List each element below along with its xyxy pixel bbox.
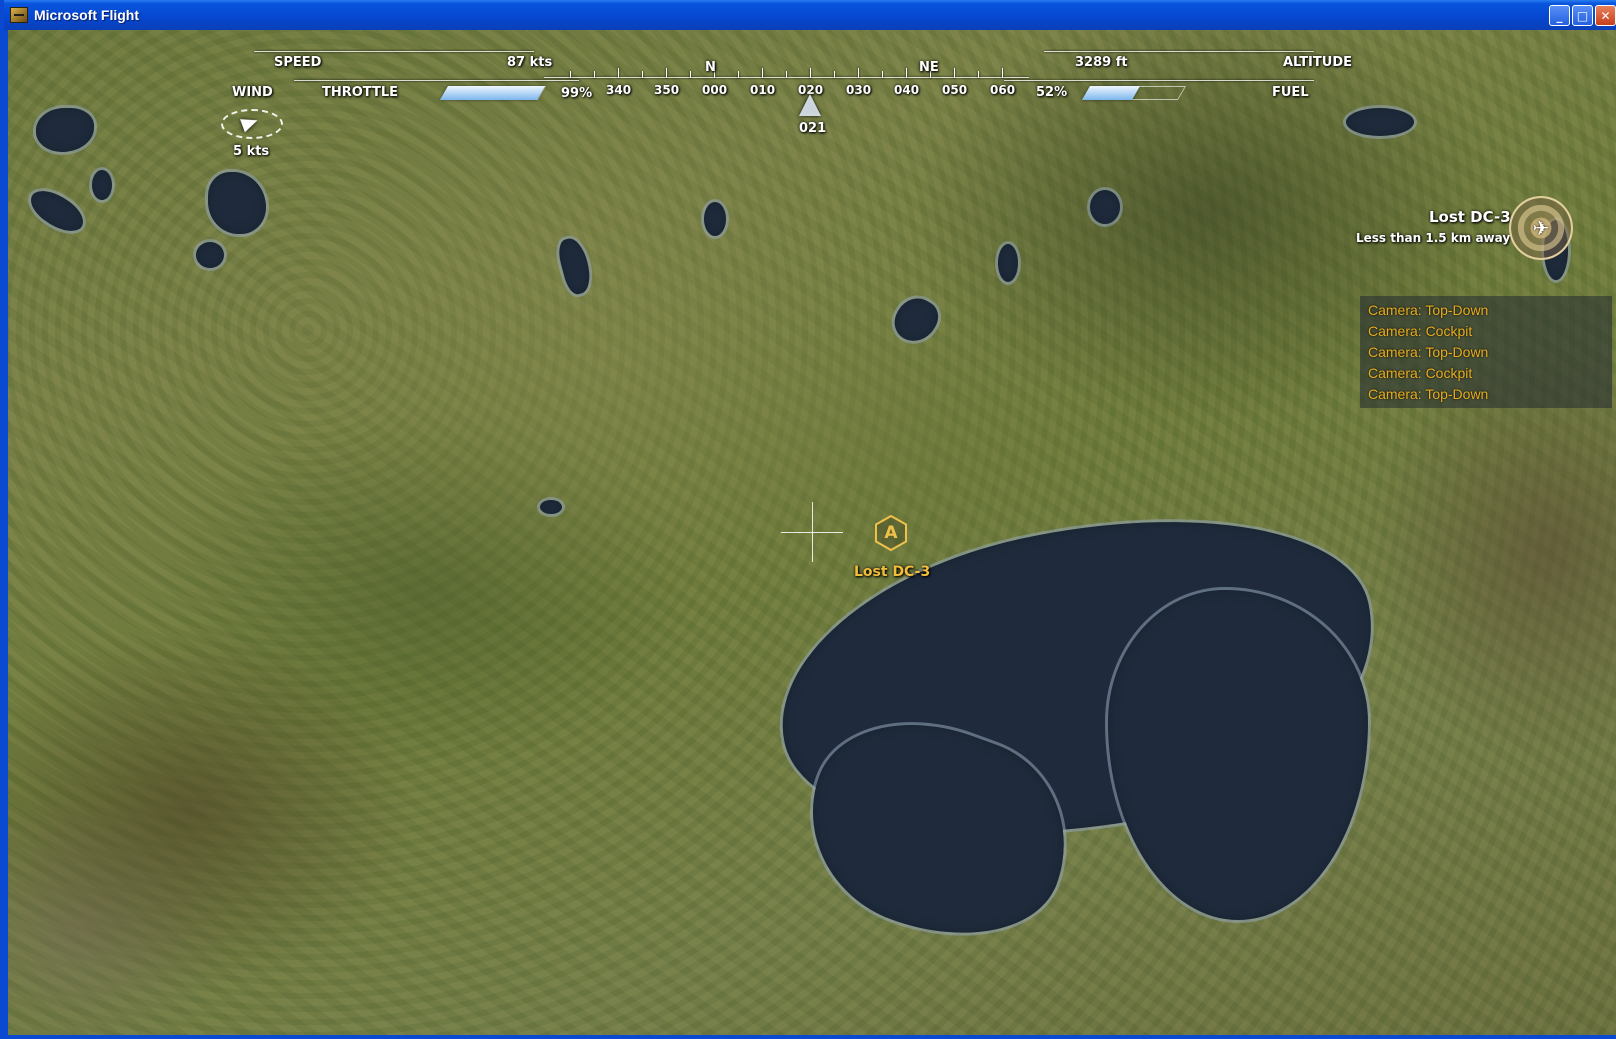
camera-log-item: Camera: Cockpit bbox=[1368, 323, 1473, 339]
compass-tick-label: 050 bbox=[942, 83, 968, 97]
window-title: Microsoft Flight bbox=[34, 7, 139, 23]
pond bbox=[1346, 108, 1414, 136]
pond bbox=[1090, 190, 1120, 224]
compass-major-tick bbox=[1002, 68, 1003, 78]
close-button[interactable]: ✕ bbox=[1595, 5, 1616, 26]
aircraft-target-icon: ✈ bbox=[1532, 216, 1550, 240]
objective-target-indicator[interactable]: ✈ bbox=[1509, 196, 1573, 260]
compass-tick-label: 350 bbox=[654, 83, 680, 97]
camera-log-item: Camera: Top-Down bbox=[1368, 344, 1489, 360]
pond bbox=[555, 235, 595, 297]
throttle-value: 99% bbox=[561, 86, 593, 101]
speed-value: 87 kts bbox=[507, 55, 553, 70]
compass-minor-tick bbox=[690, 71, 691, 78]
compass-minor-tick bbox=[882, 71, 883, 78]
compass-tick-label: 060 bbox=[990, 83, 1016, 97]
pond bbox=[704, 202, 726, 236]
hud-top-rule-right bbox=[1044, 51, 1314, 52]
compass-minor-tick bbox=[594, 71, 595, 78]
compass-minor-tick bbox=[570, 71, 571, 78]
compass-cardinal-ne: NE bbox=[919, 60, 939, 75]
compass-tick-label: 030 bbox=[846, 83, 872, 97]
pond bbox=[36, 108, 94, 152]
compass-tick-label: 340 bbox=[606, 83, 632, 97]
compass-major-tick bbox=[858, 68, 859, 78]
hexagon-waypoint-icon[interactable]: A bbox=[874, 515, 908, 551]
compass-minor-tick bbox=[834, 71, 835, 78]
wind-value: 5 kts bbox=[233, 144, 270, 159]
compass-major-tick bbox=[762, 68, 763, 78]
flight-app-icon[interactable] bbox=[10, 7, 28, 23]
compass-major-tick bbox=[618, 68, 619, 78]
waypoint-letter: A bbox=[884, 523, 898, 543]
altitude-value: 3289 ft bbox=[1075, 55, 1128, 70]
crosshair-vertical bbox=[812, 502, 813, 562]
compass-major-tick bbox=[954, 68, 955, 78]
maximize-button[interactable]: □ bbox=[1572, 5, 1593, 26]
minimize-button[interactable]: _ bbox=[1549, 5, 1570, 26]
camera-log-item: Camera: Top-Down bbox=[1368, 302, 1489, 318]
pond bbox=[24, 185, 90, 237]
compass-tick-label: 010 bbox=[750, 83, 776, 97]
hud-top-rule-left bbox=[254, 51, 534, 52]
compass-cardinal-n: N bbox=[705, 60, 716, 75]
title-bar[interactable]: Microsoft Flight _ □ ✕ bbox=[4, 0, 1616, 30]
speed-label: SPEED bbox=[274, 55, 322, 70]
window-controls: _ □ ✕ bbox=[1549, 5, 1616, 26]
compass-major-tick bbox=[810, 68, 811, 78]
compass-tick-label: 000 bbox=[702, 83, 728, 97]
fuel-label: FUEL bbox=[1272, 85, 1309, 100]
fuel-bar-fill bbox=[1081, 86, 1141, 100]
wind-label: WIND bbox=[232, 85, 273, 100]
objective-distance: Less than 1.5 km away bbox=[1356, 231, 1511, 245]
compass-minor-tick bbox=[738, 71, 739, 78]
throttle-label: THROTTLE bbox=[322, 85, 399, 100]
hud-bottom-rule-right bbox=[1004, 80, 1314, 81]
compass-minor-tick bbox=[642, 71, 643, 78]
compass-major-tick bbox=[906, 68, 907, 78]
compass-minor-tick bbox=[978, 71, 979, 78]
pond bbox=[208, 172, 266, 234]
fuel-value: 52% bbox=[1036, 85, 1068, 100]
throttle-bar-fill bbox=[439, 86, 546, 100]
camera-log-item: Camera: Cockpit bbox=[1368, 365, 1473, 381]
altitude-label: ALTITUDE bbox=[1283, 55, 1352, 70]
pond bbox=[92, 170, 112, 200]
camera-log-item: Camera: Top-Down bbox=[1368, 386, 1489, 402]
waypoint-label: Lost DC-3 bbox=[854, 564, 931, 580]
compass-major-tick bbox=[666, 68, 667, 78]
compass-minor-tick bbox=[786, 71, 787, 78]
heading-value: 021 bbox=[799, 121, 827, 136]
compass-tick-label: 040 bbox=[894, 83, 920, 97]
pond bbox=[540, 500, 562, 514]
pond bbox=[196, 242, 224, 268]
heading-arrow-icon bbox=[799, 94, 821, 116]
camera-log-panel: Camera: Top-Down Camera: Cockpit Camera:… bbox=[1360, 296, 1612, 408]
pond bbox=[998, 244, 1018, 282]
app-window: Microsoft Flight _ □ ✕ SPEED 87 kts WIND bbox=[0, 0, 1616, 1039]
pond bbox=[887, 290, 945, 350]
lake-large-east bbox=[1108, 590, 1368, 920]
hud-bottom-rule-left bbox=[294, 80, 579, 81]
objective-title: Lost DC-3 bbox=[1429, 208, 1511, 226]
